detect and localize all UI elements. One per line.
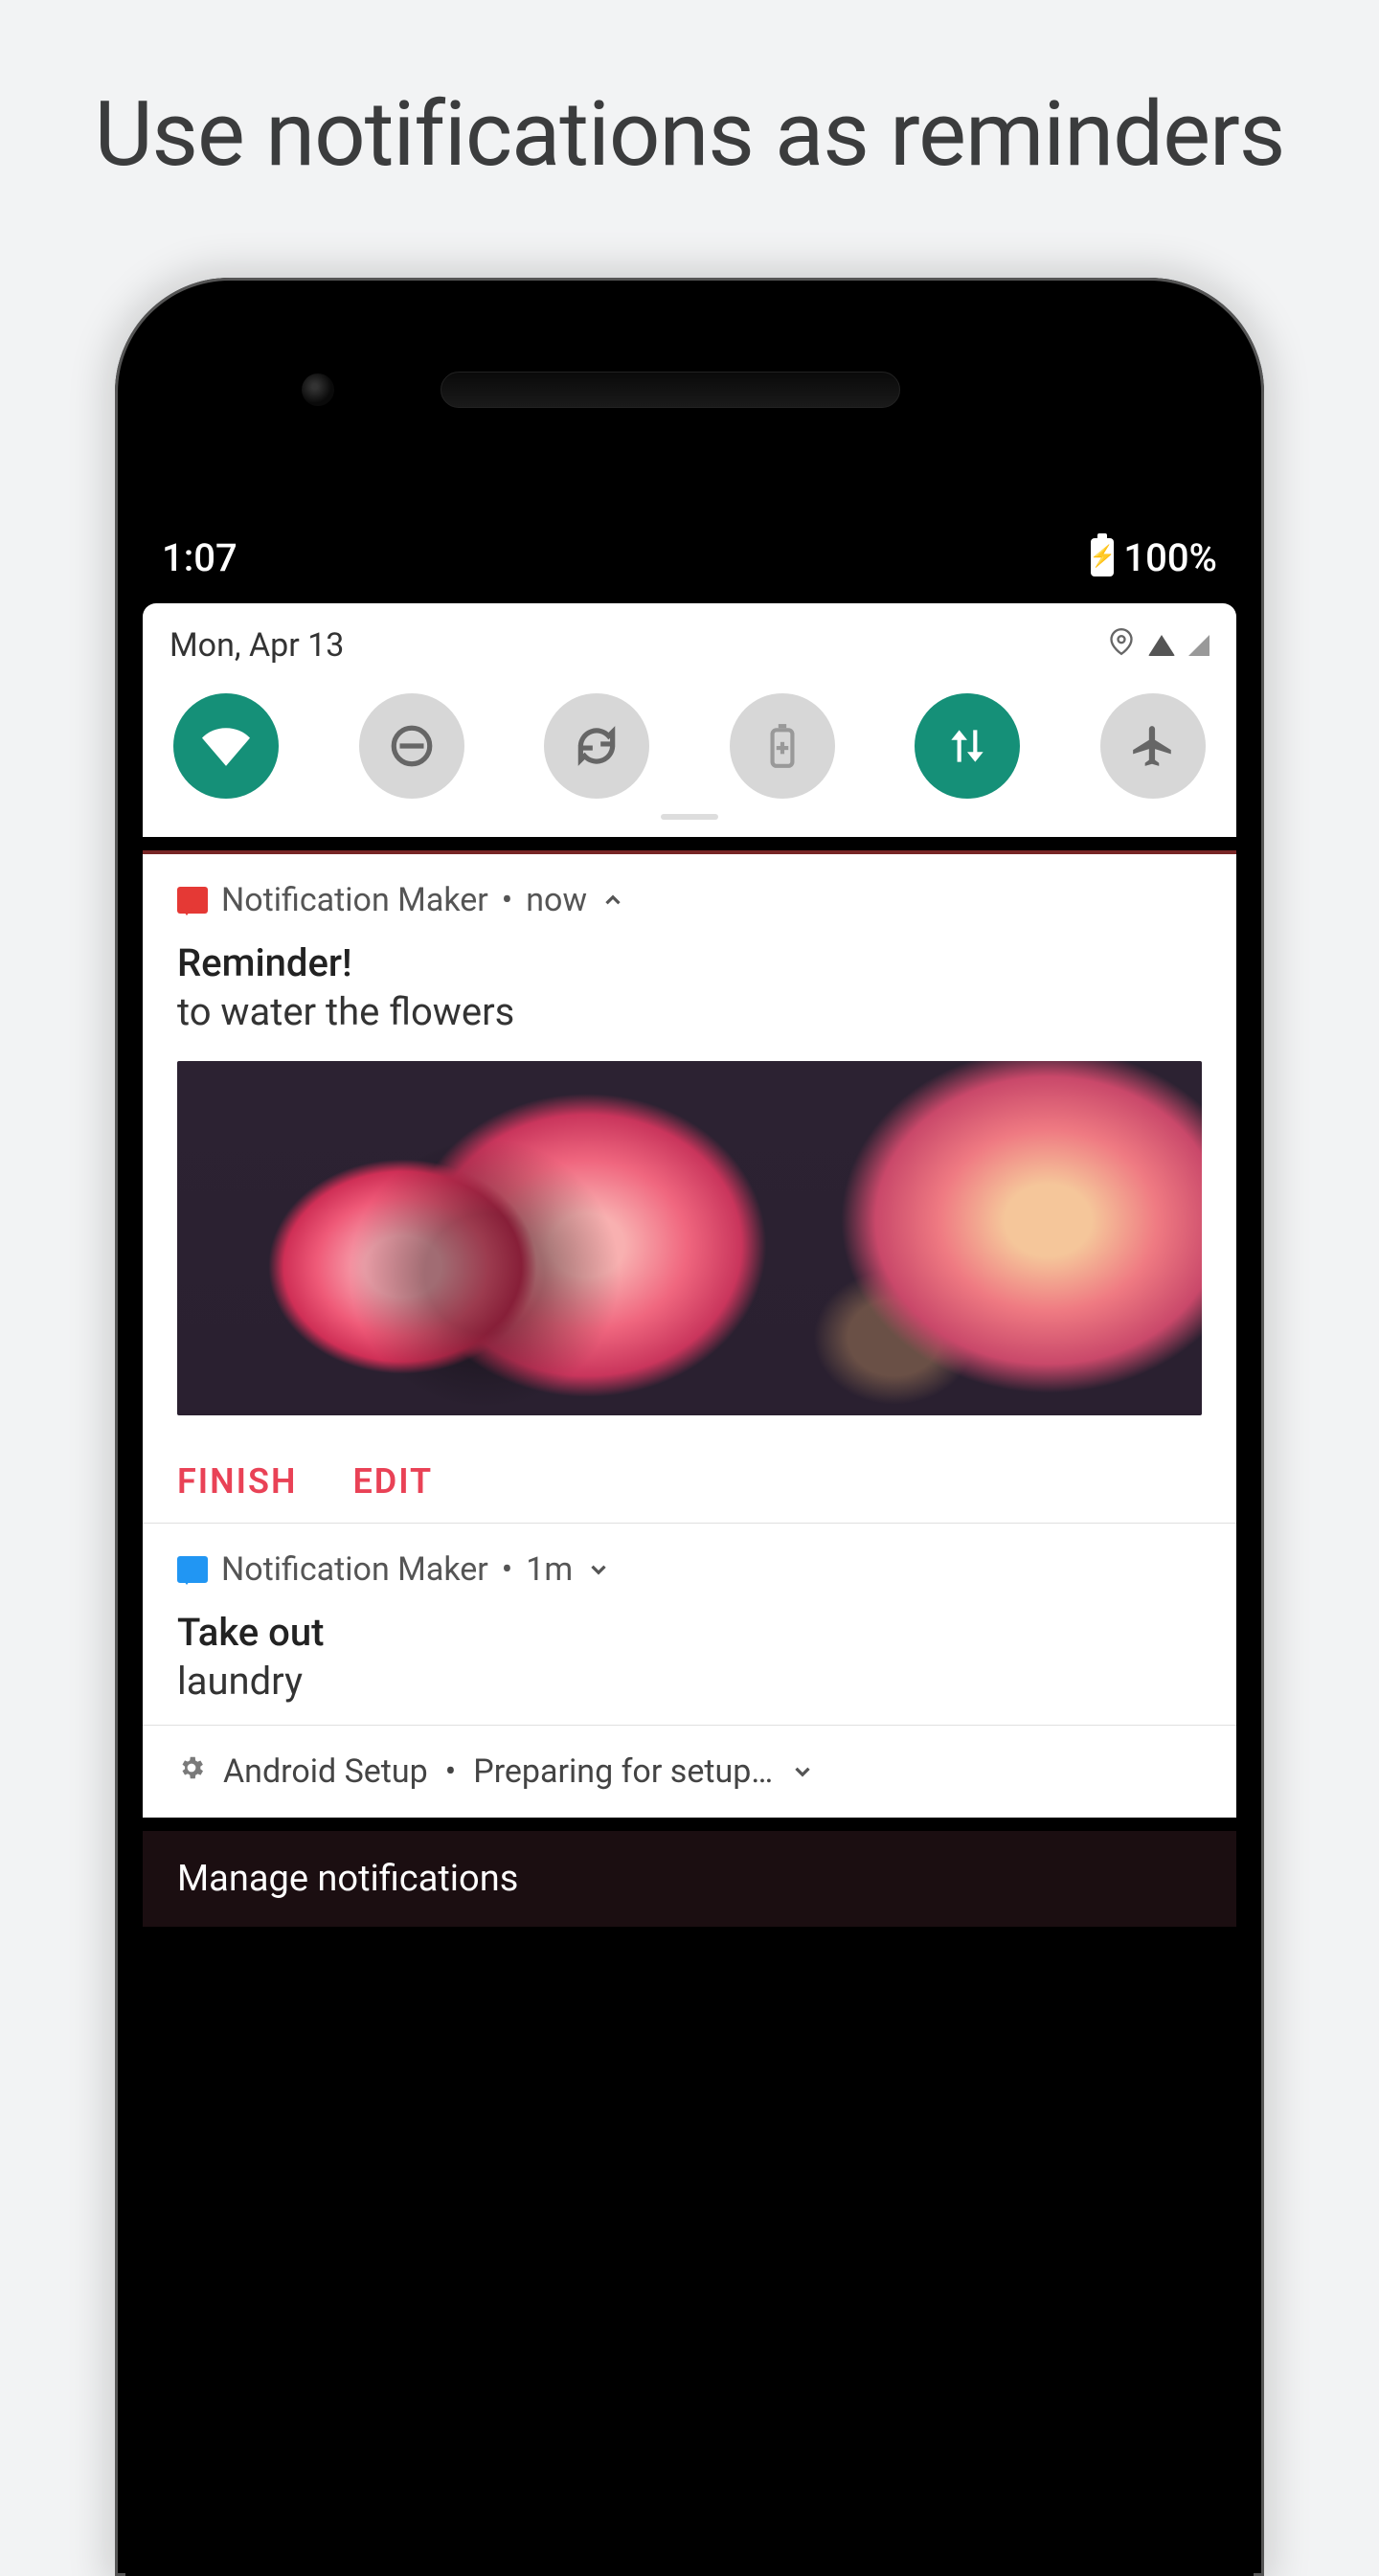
system-summary: Preparing for setup…	[473, 1752, 773, 1791]
separator: •	[502, 1550, 512, 1589]
chevron-down-icon[interactable]	[790, 1759, 815, 1784]
notification-card[interactable]: Notification Maker • now Reminder! to wa…	[143, 854, 1236, 1523]
battery-icon: ⚡	[1091, 538, 1114, 576]
notification-shade: Notification Maker • now Reminder! to wa…	[143, 850, 1236, 1818]
system-app-name: Android Setup	[223, 1752, 428, 1791]
qs-status-icons	[1108, 626, 1209, 665]
notification-body: laundry	[177, 1659, 1202, 1704]
location-icon	[1108, 626, 1135, 665]
notification-title: Take out	[177, 1610, 1202, 1655]
action-finish-button[interactable]: FINISH	[177, 1461, 297, 1502]
auto-rotate-icon	[573, 722, 621, 770]
battery-percent: 100%	[1123, 535, 1217, 580]
system-notification[interactable]: Android Setup • Preparing for setup…	[143, 1726, 1236, 1818]
separator: •	[502, 881, 512, 919]
qs-toggle-battery-saver[interactable]	[730, 693, 835, 799]
app-icon	[177, 887, 208, 914]
phone-camera	[302, 373, 334, 406]
battery-saver-icon	[758, 722, 806, 770]
notification-time: 1m	[526, 1550, 573, 1589]
notification-header[interactable]: Notification Maker • now	[177, 881, 1202, 919]
manage-notifications-row[interactable]: Manage notifications	[143, 1831, 1236, 1927]
notification-card[interactable]: Notification Maker • 1m Take out laundry	[143, 1524, 1236, 1725]
screen: 1:07 ⚡ 100% Mon, Apr 13	[125, 515, 1254, 2576]
cellular-status-icon	[1188, 635, 1209, 656]
phone-speaker	[441, 372, 900, 408]
separator: •	[445, 1752, 456, 1791]
qs-toggle-mobile-data[interactable]	[915, 693, 1020, 799]
status-bar: 1:07 ⚡ 100%	[125, 515, 1254, 599]
app-icon	[177, 1556, 208, 1583]
app-name: Notification Maker	[221, 1550, 488, 1589]
qs-drag-handle[interactable]	[661, 814, 718, 820]
quick-settings-panel[interactable]: Mon, Apr 13	[143, 603, 1236, 837]
page-headline: Use notifications as reminders	[0, 0, 1379, 187]
mobile-data-icon	[943, 722, 991, 770]
qs-toggle-dnd[interactable]	[359, 693, 464, 799]
app-name: Notification Maker	[221, 881, 488, 919]
notification-title: Reminder!	[177, 940, 1202, 985]
notification-body: to water the flowers	[177, 989, 1202, 1034]
notification-time: now	[526, 881, 587, 919]
status-time: 1:07	[162, 535, 237, 580]
manage-notifications-label: Manage notifications	[177, 1858, 518, 1900]
gear-icon	[177, 1752, 206, 1791]
dnd-icon	[388, 722, 436, 770]
phone-frame: 1:07 ⚡ 100% Mon, Apr 13	[115, 278, 1264, 2576]
action-edit-button[interactable]: EDIT	[352, 1461, 433, 1502]
notification-header[interactable]: Notification Maker • 1m	[177, 1550, 1202, 1589]
qs-toggle-wifi[interactable]	[173, 693, 279, 799]
notification-image	[177, 1061, 1202, 1415]
chevron-up-icon[interactable]	[600, 888, 625, 913]
qs-toggle-airplane[interactable]	[1100, 693, 1206, 799]
airplane-icon	[1129, 722, 1177, 770]
qs-date: Mon, Apr 13	[170, 626, 344, 665]
wifi-status-icon	[1148, 635, 1175, 656]
qs-toggle-rotate[interactable]	[544, 693, 649, 799]
wifi-icon	[202, 722, 250, 770]
chevron-down-icon[interactable]	[586, 1557, 611, 1582]
